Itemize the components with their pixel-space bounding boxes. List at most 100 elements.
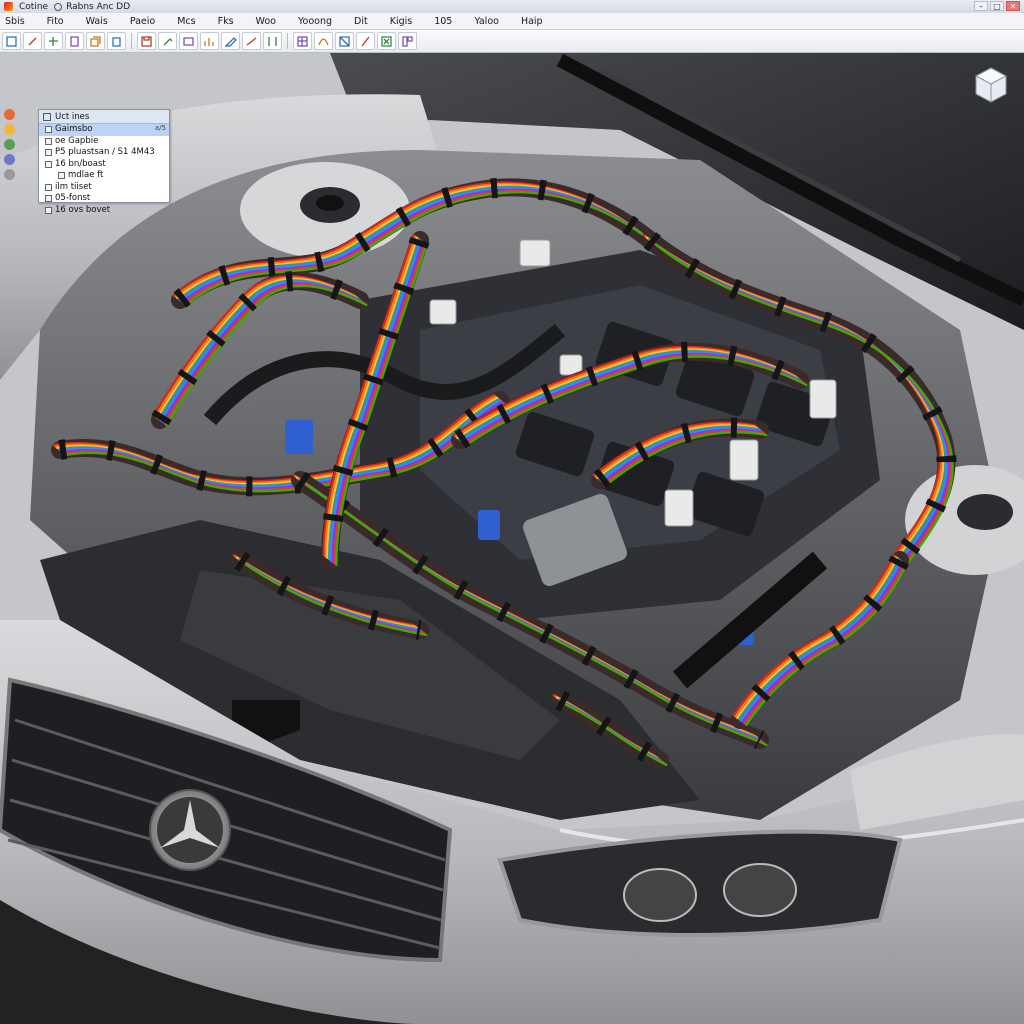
tree-node-icon bbox=[58, 172, 65, 180]
close-button[interactable]: ✕ bbox=[1006, 1, 1020, 11]
tree-node-icon bbox=[45, 183, 52, 191]
yellow-tool-icon[interactable] bbox=[3, 124, 15, 135]
copy-button[interactable] bbox=[86, 32, 105, 50]
tree-item-label: 16 bn/boast bbox=[55, 158, 106, 169]
tree-item-label: P5 pluastsan / S1 4M43 bbox=[55, 147, 155, 157]
menu-item[interactable]: 105 bbox=[423, 16, 463, 27]
menu-item[interactable]: Fito bbox=[36, 16, 75, 27]
tree-header: Uct ines bbox=[39, 110, 169, 124]
title-bar: Cotine Rabns Anc DD – □ ✕ bbox=[0, 0, 1024, 14]
orange-tool-icon[interactable] bbox=[3, 109, 15, 120]
toolbar bbox=[0, 30, 1024, 53]
minimize-button[interactable]: – bbox=[974, 1, 988, 11]
menu-item[interactable]: Woo bbox=[245, 16, 287, 27]
layout-icon bbox=[402, 35, 413, 47]
blue-tool-icon[interactable] bbox=[3, 154, 15, 165]
menu-item[interactable]: Kigis bbox=[379, 16, 424, 27]
maximize-button[interactable]: □ bbox=[990, 1, 1004, 11]
chart-button[interactable] bbox=[200, 32, 219, 50]
pen-button[interactable] bbox=[356, 32, 375, 50]
layout-button[interactable] bbox=[398, 32, 417, 50]
tree-item-label: Gaimsbo bbox=[55, 124, 93, 134]
tree-item[interactable]: Gaimsbo bbox=[39, 124, 169, 136]
tree-node-icon bbox=[45, 195, 52, 203]
tree-item-label: ilm tiiset bbox=[55, 181, 92, 192]
pen-icon bbox=[361, 36, 370, 46]
menu-item[interactable]: Haip bbox=[510, 16, 554, 27]
view-cube-icon[interactable] bbox=[972, 65, 1010, 105]
tree-item-label: 16 ovs bovet bbox=[55, 204, 111, 215]
tree-item[interactable]: 16 ovs bovet bbox=[39, 205, 169, 217]
3d-viewport[interactable]: Uct ines a/5 Gaimsbo oe Gapbie P5 pluastsa… bbox=[0, 53, 1024, 1024]
close-box-button[interactable] bbox=[377, 32, 396, 50]
tree-node-icon bbox=[45, 206, 52, 214]
grid-icon bbox=[297, 35, 308, 47]
clip-icon bbox=[163, 37, 173, 45]
shape-icon bbox=[339, 35, 350, 47]
tree-node-icon bbox=[45, 137, 52, 145]
menu-item[interactable]: Yaloo bbox=[463, 16, 510, 27]
document-icon bbox=[54, 2, 63, 11]
open-button[interactable] bbox=[2, 32, 21, 50]
paste-button[interactable] bbox=[107, 32, 126, 50]
tree-item[interactable]: mdlae ft bbox=[39, 170, 169, 182]
close-box-icon bbox=[381, 35, 392, 47]
bracket-button[interactable] bbox=[263, 32, 282, 50]
tree-item-label: 05-fonst bbox=[55, 193, 91, 203]
measure-button[interactable] bbox=[242, 32, 261, 50]
edit-icon bbox=[224, 36, 237, 47]
paste-icon bbox=[112, 36, 121, 47]
shape-button[interactable] bbox=[335, 32, 354, 50]
title-prefix: Cotine bbox=[19, 1, 49, 12]
draw-button[interactable] bbox=[314, 32, 333, 50]
tree-node-icon bbox=[45, 149, 52, 157]
tree-item-label: mdlae ft bbox=[68, 170, 104, 180]
grid-button[interactable] bbox=[293, 32, 312, 50]
menu-item[interactable]: Paeio bbox=[119, 16, 166, 27]
tree-item[interactable]: P5 pluastsan / S1 4M43 bbox=[39, 147, 169, 159]
tree-title: Uct ines bbox=[55, 111, 90, 122]
window-icon bbox=[183, 36, 194, 46]
tree-grid-icon bbox=[43, 112, 51, 121]
gray-tool-icon[interactable] bbox=[3, 169, 15, 180]
menu-bar: Sbis Fito Wais Paeio Mcs Fks Woo Yooong … bbox=[0, 13, 1024, 30]
tree-item[interactable]: ilm tiiset bbox=[39, 182, 169, 194]
menu-item[interactable]: Yooong bbox=[287, 16, 343, 27]
tree-list: Gaimsbo oe Gapbie P5 pluastsan / S1 4M43 16… bbox=[39, 124, 169, 216]
tree-item[interactable]: 16 bn/boast bbox=[39, 159, 169, 171]
window-controls: – □ ✕ bbox=[974, 1, 1020, 11]
save-icon bbox=[141, 35, 152, 47]
open-icon bbox=[6, 35, 17, 47]
feature-tree-panel: Uct ines a/5 Gaimsbo oe Gapbie P5 pluastsa… bbox=[38, 109, 170, 215]
page-button[interactable] bbox=[65, 32, 84, 50]
toolbar-separator bbox=[287, 33, 288, 49]
link-button[interactable] bbox=[44, 32, 63, 50]
save-button[interactable] bbox=[137, 32, 156, 50]
toolbar-separator bbox=[131, 33, 132, 49]
chart-icon bbox=[204, 37, 214, 46]
tree-node-icon bbox=[45, 126, 52, 134]
window-title: Rabns Anc DD bbox=[66, 1, 131, 12]
clip-button[interactable] bbox=[158, 32, 177, 50]
menu-item[interactable]: Mcs bbox=[166, 16, 206, 27]
tree-node-icon bbox=[45, 160, 52, 168]
edit-button[interactable] bbox=[221, 32, 240, 50]
magnet-button[interactable] bbox=[23, 32, 42, 50]
tree-item[interactable]: oe Gapbie bbox=[39, 136, 169, 148]
copy-icon bbox=[90, 35, 101, 47]
link-icon bbox=[49, 36, 58, 46]
app-icon bbox=[4, 2, 13, 11]
measure-icon bbox=[246, 36, 257, 46]
page-icon bbox=[70, 35, 79, 47]
window-button[interactable] bbox=[179, 32, 198, 50]
menu-item[interactable]: Wais bbox=[75, 16, 119, 27]
green-tool-icon[interactable] bbox=[3, 139, 15, 150]
tree-extra: a/5 bbox=[154, 124, 166, 132]
tree-item-label: oe Gapbie bbox=[55, 135, 99, 146]
magnet-icon bbox=[28, 37, 37, 45]
menu-item[interactable]: Dit bbox=[343, 16, 379, 27]
menu-item[interactable]: Fks bbox=[207, 16, 245, 27]
menu-item[interactable]: Sbis bbox=[0, 16, 36, 27]
tree-item[interactable]: 05-fonst bbox=[39, 193, 169, 205]
side-toolbar bbox=[0, 109, 18, 209]
